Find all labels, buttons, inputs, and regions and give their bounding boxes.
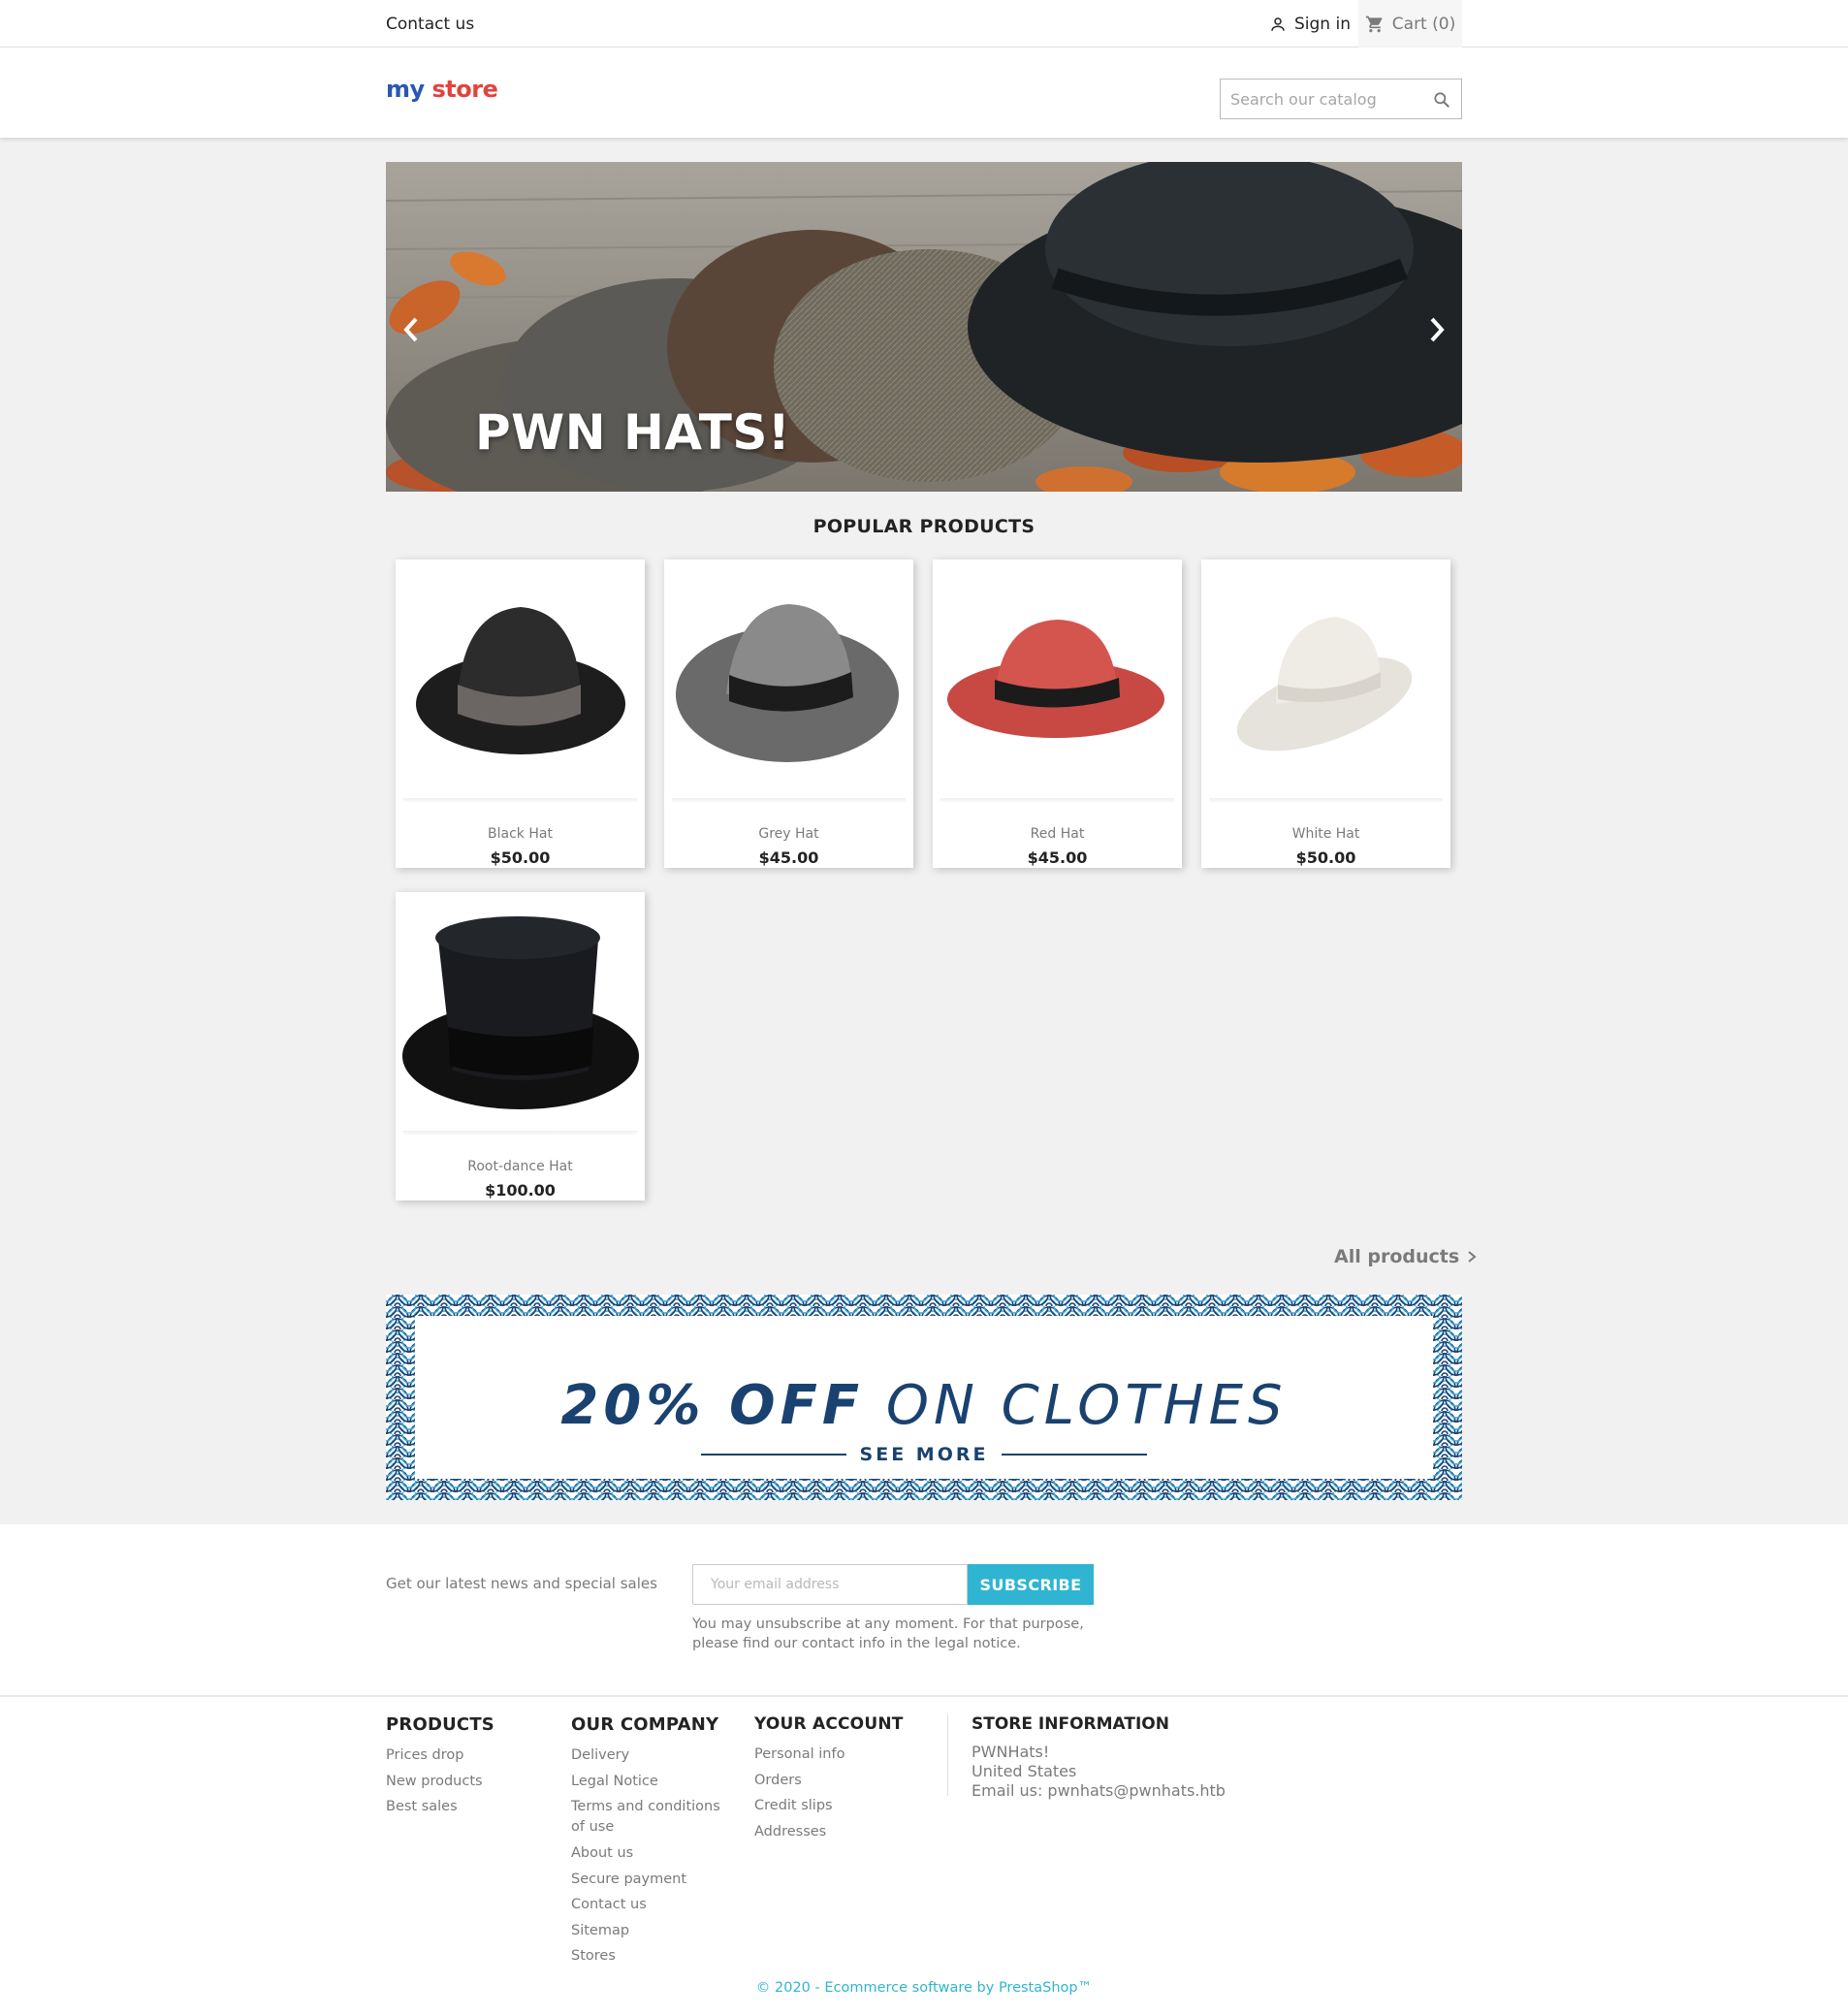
chevron-right-icon — [1468, 1251, 1477, 1263]
product-card[interactable]: White Hat $50.00 — [1201, 560, 1450, 868]
slider-next-button[interactable] — [1418, 305, 1456, 354]
footer-link-sitemap[interactable]: Sitemap — [571, 1918, 726, 1944]
banner-title-bold: 20% OFF — [560, 1374, 865, 1437]
logo-word-my: my — [386, 76, 425, 103]
footer-link-secure-payment[interactable]: Secure payment — [571, 1867, 726, 1893]
search-box — [1220, 79, 1462, 119]
product-card[interactable]: Grey Hat $45.00 — [664, 560, 913, 868]
cart-button[interactable]: Cart (0) — [1358, 0, 1462, 48]
product-image[interactable] — [396, 892, 645, 1132]
footer-link-delivery[interactable]: Delivery — [571, 1743, 726, 1769]
banner-cta[interactable]: SEE MORE — [415, 1444, 1433, 1465]
footer-company-column: OUR COMPANY Delivery Legal Notice Terms … — [571, 1714, 726, 1969]
all-products-label: All products — [1334, 1246, 1460, 1267]
cart-label: Cart (0) — [1391, 14, 1456, 34]
footer-link-about-us[interactable]: About us — [571, 1840, 726, 1867]
footer-link-legal-notice[interactable]: Legal Notice — [571, 1769, 726, 1795]
product-image[interactable] — [396, 560, 645, 799]
hero-caption: PWN HATS! — [475, 404, 791, 461]
footer-link-orders[interactable]: Orders — [754, 1768, 904, 1794]
product-image[interactable] — [933, 560, 1182, 799]
footer-link-stores[interactable]: Stores — [571, 1943, 726, 1969]
hero-slider[interactable]: PWN HATS! — [386, 162, 1462, 492]
banner-title: 20% OFF ON CLOTHES — [415, 1374, 1433, 1437]
product-card[interactable]: Black Hat $50.00 — [396, 560, 645, 868]
product-name[interactable]: Grey Hat — [664, 826, 913, 842]
footer-link-terms[interactable]: Terms and conditions of use — [571, 1797, 726, 1838]
red-hat-image — [946, 619, 1164, 738]
black-hat-image — [415, 606, 625, 754]
product-price: $100.00 — [485, 1181, 556, 1200]
logo-word-store: store — [431, 76, 498, 103]
copyright-link[interactable]: © 2020 - Ecommerce software by PrestaSho… — [0, 1980, 1848, 1996]
chevron-left-icon — [403, 317, 418, 342]
search-input[interactable] — [1221, 80, 1415, 118]
product-name[interactable]: Black Hat — [396, 826, 645, 842]
divider — [1002, 1454, 1148, 1456]
sign-in-label: Sign in — [1294, 15, 1351, 34]
card-separator — [403, 798, 637, 802]
product-card[interactable]: Red Hat $45.00 — [933, 560, 1182, 868]
footer-link-new-products[interactable]: New products — [386, 1769, 494, 1795]
footer-link-best-sales[interactable]: Best sales — [386, 1794, 494, 1820]
store-name: PWNHats! — [972, 1743, 1050, 1761]
product-name[interactable]: Red Hat — [933, 826, 1182, 842]
top-hat-image — [401, 915, 639, 1109]
card-separator — [672, 798, 906, 802]
user-icon — [1271, 17, 1285, 31]
product-image[interactable] — [664, 560, 913, 799]
footer-link-credit-slips[interactable]: Credit slips — [754, 1793, 904, 1819]
all-products-link[interactable]: All products — [1334, 1246, 1477, 1267]
banner-title-rest: ON CLOTHES — [885, 1374, 1288, 1437]
footer-link-prices-drop[interactable]: Prices drop — [386, 1743, 494, 1769]
card-separator — [1209, 798, 1443, 802]
promo-banner[interactable]: 20% OFF ON CLOTHES SEE MORE — [386, 1295, 1462, 1500]
slider-prev-button[interactable] — [392, 305, 430, 354]
card-separator — [403, 1131, 637, 1135]
popular-products-title: POPULAR PRODUCTS — [812, 516, 1036, 537]
store-country: United States — [972, 1762, 1077, 1780]
product-price: $45.00 — [1027, 848, 1088, 867]
footer-products-title: PRODUCTS — [386, 1714, 494, 1735]
divider — [700, 1454, 846, 1456]
card-separator — [940, 798, 1174, 802]
footer-products-column: PRODUCTS Prices drop New products Best s… — [386, 1714, 494, 1820]
store-information: STORE INFORMATION PWNHats! United States… — [972, 1714, 1226, 1801]
footer-account-column: YOUR ACCOUNT Personal info Orders Credit… — [754, 1714, 948, 1840]
product-card[interactable]: Root-dance Hat $100.00 — [396, 892, 645, 1200]
product-image[interactable] — [1201, 560, 1450, 799]
email-field[interactable] — [692, 1564, 968, 1605]
footer-link-personal-info[interactable]: Personal info — [754, 1742, 904, 1768]
divider — [0, 1695, 1848, 1697]
product-price: $50.00 — [1295, 848, 1356, 867]
grey-hat-image — [675, 603, 899, 762]
contact-us-link[interactable]: Contact us — [386, 15, 474, 34]
product-price: $50.00 — [490, 848, 551, 867]
subscribe-button[interactable]: SUBSCRIBE — [968, 1564, 1094, 1605]
product-name[interactable]: Root-dance Hat — [396, 1159, 645, 1174]
top-nav: Contact us Sign in Cart (0) — [0, 0, 1848, 48]
site-header: my store — [0, 48, 1848, 138]
cart-icon — [1365, 16, 1383, 32]
store-logo[interactable]: my store — [386, 76, 498, 103]
see-more-label: SEE MORE — [859, 1444, 989, 1465]
chevron-right-icon — [1430, 317, 1445, 342]
store-info-title: STORE INFORMATION — [972, 1714, 1169, 1734]
footer-account-title: YOUR ACCOUNT — [754, 1714, 904, 1734]
search-icon[interactable] — [1432, 90, 1451, 110]
newsletter-note: You may unsubscribe at any moment. For t… — [692, 1616, 1084, 1651]
product-name[interactable]: White Hat — [1201, 826, 1450, 842]
footer-company-title: OUR COMPANY — [571, 1714, 719, 1735]
newsletter-text: Get our latest news and special sales — [386, 1575, 657, 1592]
store-email[interactable]: Email us: pwnhats@pwnhats.htb — [972, 1781, 1226, 1801]
footer-link-addresses[interactable]: Addresses — [754, 1819, 904, 1845]
white-hat-image — [1236, 616, 1412, 751]
sign-in-link[interactable]: Sign in — [1269, 15, 1351, 34]
banner-panel: 20% OFF ON CLOTHES SEE MORE — [415, 1316, 1433, 1479]
product-price: $45.00 — [758, 848, 819, 867]
footer-link-contact-us[interactable]: Contact us — [571, 1892, 726, 1918]
